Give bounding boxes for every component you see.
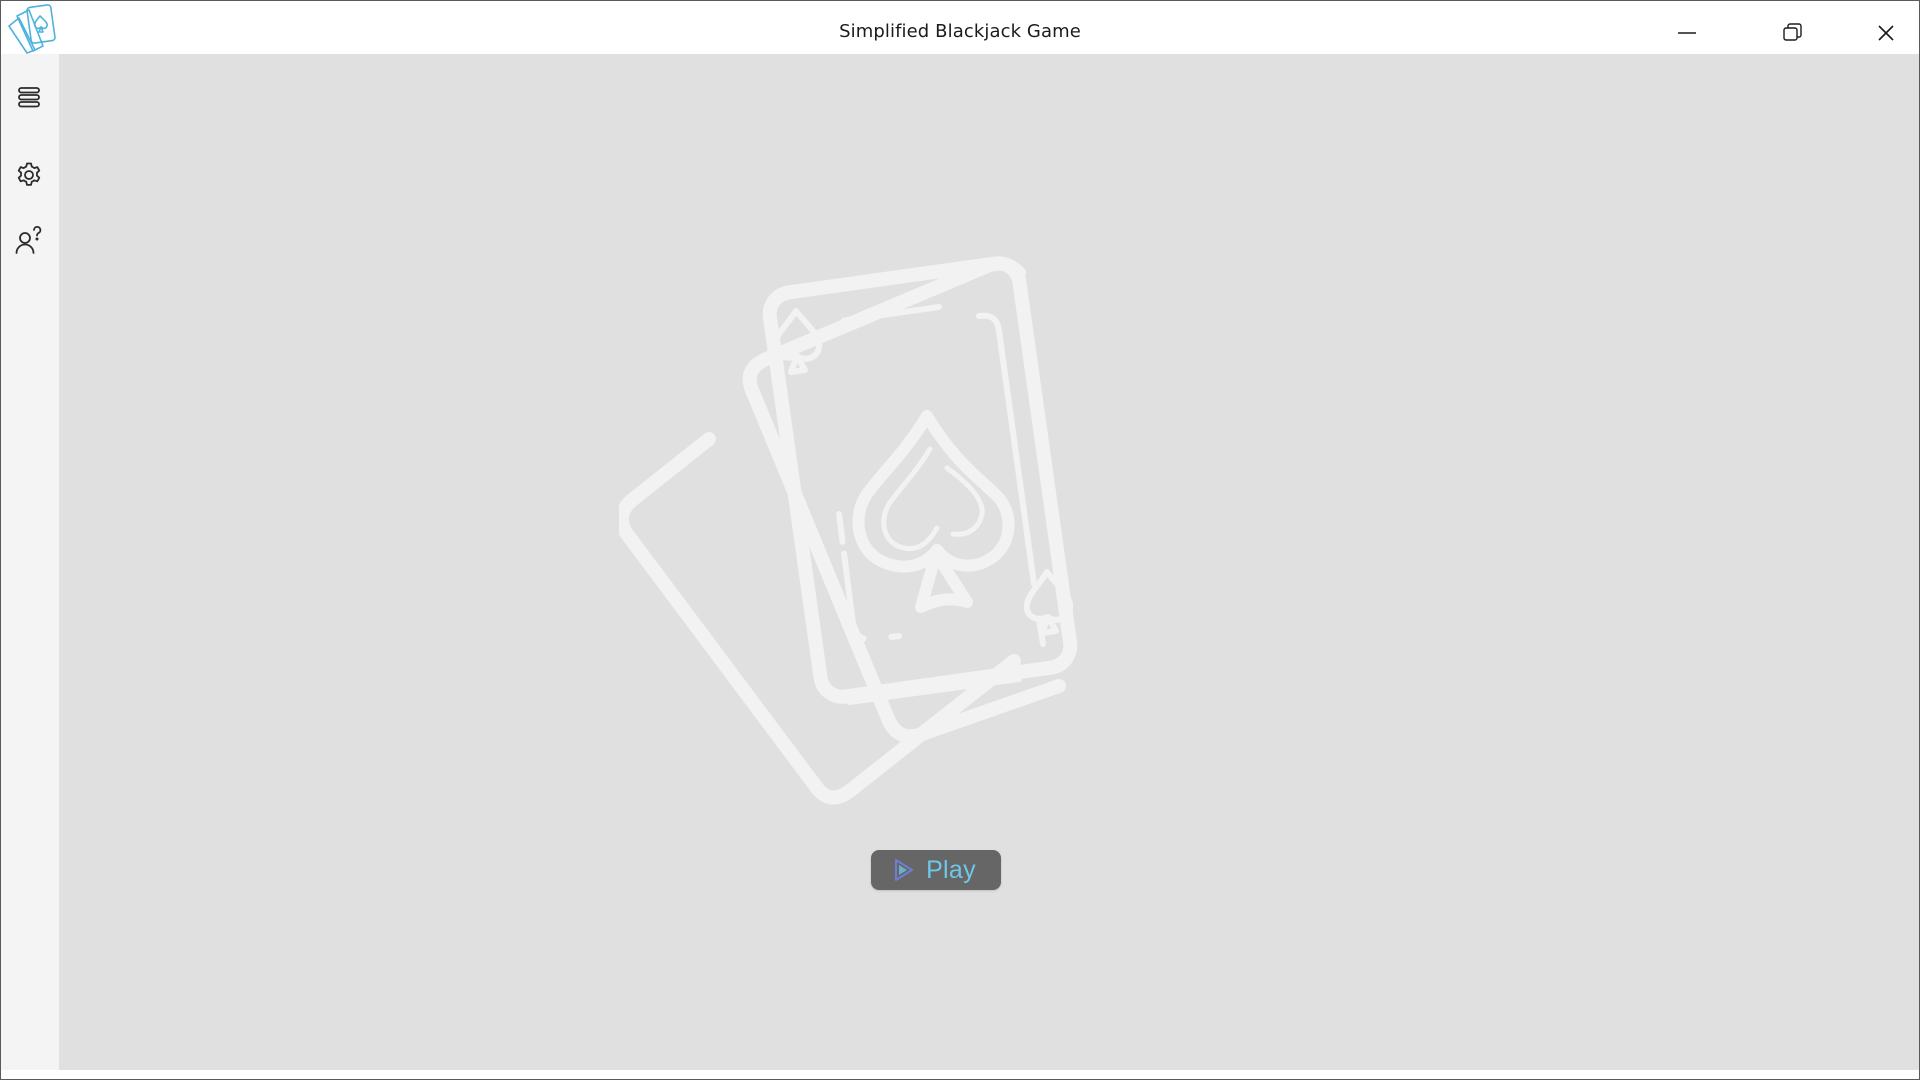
restore-button[interactable] bbox=[1770, 11, 1814, 55]
title-bar[interactable]: Simplified Blackjack Game bbox=[1, 1, 1919, 54]
minimize-icon bbox=[1678, 32, 1696, 34]
menu-lines-icon bbox=[18, 87, 40, 108]
sidebar bbox=[1, 54, 59, 1070]
play-icon bbox=[895, 859, 914, 881]
main-content: Play bbox=[59, 54, 1919, 1070]
play-button-label: Play bbox=[926, 855, 976, 884]
play-button[interactable]: Play bbox=[871, 850, 1001, 890]
gear-icon bbox=[17, 162, 41, 186]
close-icon bbox=[1878, 25, 1894, 41]
sidebar-item-menu[interactable] bbox=[10, 78, 48, 116]
sidebar-item-settings[interactable] bbox=[10, 156, 48, 194]
user-help-icon bbox=[15, 226, 42, 254]
restore-icon bbox=[1783, 23, 1802, 41]
app-window: Simplified Blackjack Game Play bbox=[0, 0, 1920, 1080]
close-button[interactable] bbox=[1864, 11, 1908, 55]
window-title: Simplified Blackjack Game bbox=[839, 21, 1081, 42]
minimize-button[interactable] bbox=[1665, 11, 1709, 55]
sidebar-item-help[interactable] bbox=[10, 221, 48, 259]
playing-cards-illustration bbox=[614, 224, 1239, 824]
